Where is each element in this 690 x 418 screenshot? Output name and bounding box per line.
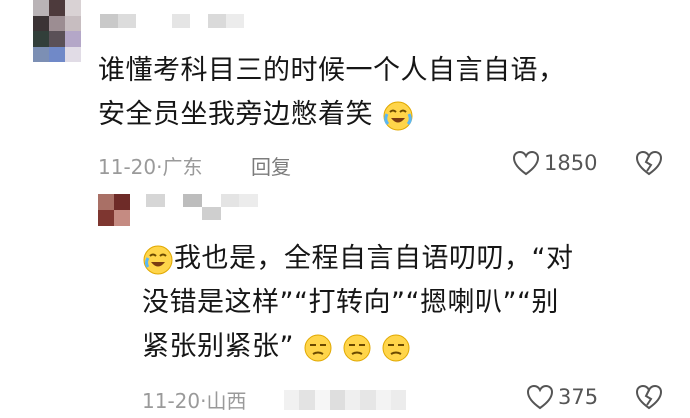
comment-line: 谁懂考科目三的时候一个人自言自语， xyxy=(98,55,566,86)
comment-line: 紧张别紧张” xyxy=(142,325,682,369)
unamused-face-icon xyxy=(304,334,332,361)
comment-meta: 11-20·山西 xyxy=(142,389,247,413)
comment-date: 11-20 xyxy=(142,389,201,413)
unamused-face-icon xyxy=(382,334,410,361)
username-masked[interactable] xyxy=(100,14,244,28)
crying-laughing-face-icon xyxy=(143,245,173,274)
comment-line: 没错是这样”“打转向”“摁喇叭”“别 xyxy=(142,287,559,318)
comment-date: 11-20 xyxy=(98,155,157,179)
avatar[interactable] xyxy=(33,0,81,62)
loudly-crying-laughing-face-icon xyxy=(383,101,413,130)
comment-location: 山西 xyxy=(206,389,247,413)
avatar[interactable] xyxy=(98,194,130,226)
comment-line: 我也是，全程自言自语叨叨，“对 xyxy=(142,237,682,281)
like-button[interactable]: 375 xyxy=(526,381,598,413)
reply-text: 我也是，全程自言自语叨叨，“对 没错是这样”“打转向”“摁喇叭”“别 紧张别紧张… xyxy=(142,237,682,369)
heart-icon xyxy=(512,150,540,176)
username-masked[interactable] xyxy=(146,194,258,220)
unamused-face-icon xyxy=(343,334,371,361)
reply-button-masked[interactable] xyxy=(284,390,406,410)
like-count: 1850 xyxy=(544,151,598,175)
reply-button[interactable]: 回复 xyxy=(251,151,291,180)
heart-icon xyxy=(526,384,554,410)
like-count: 375 xyxy=(558,385,599,409)
comment-location: 广东 xyxy=(162,155,203,179)
comment-text: 谁懂考科目三的时候一个人自言自语， 安全员坐我旁边憋着笑 xyxy=(98,49,678,137)
dislike-broken-heart-icon[interactable] xyxy=(634,384,664,410)
dislike-broken-heart-icon[interactable] xyxy=(634,150,664,176)
comment-line: 安全员坐我旁边憋着笑 xyxy=(98,93,678,137)
comment-meta: 11-20·广东 xyxy=(98,155,203,179)
like-button[interactable]: 1850 xyxy=(512,147,597,179)
